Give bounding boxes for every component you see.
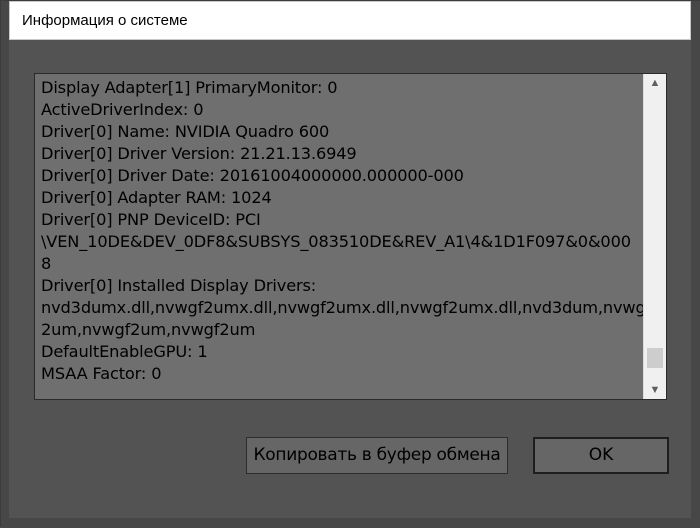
system-info-textbox[interactable]: Display Adapter[1] PrimaryMonitor: 0 Acti… (34, 73, 667, 400)
info-line: \VEN_10DE&DEV_0DF8&SUBSYS_083510DE&REV_A… (41, 232, 631, 251)
info-line: Driver[0] Adapter RAM: 1024 (41, 188, 272, 207)
info-line: Display Adapter[1] PrimaryMonitor: 0 (41, 78, 338, 97)
info-line: Driver[0] Driver Date: 20161004000000.00… (41, 166, 464, 185)
window-right-border (691, 1, 700, 528)
info-line: Driver[0] Driver Version: 21.21.13.6949 (41, 144, 357, 163)
scroll-down-icon[interactable]: ▼ (644, 381, 666, 399)
info-line: nvd3dumx.dll,nvwgf2umx.dll,nvwgf2umx.dll… (41, 298, 643, 317)
info-line: Driver[0] Name: NVIDIA Quadro 600 (41, 122, 330, 141)
info-line: 2um,nvwgf2um,nvwgf2um (41, 320, 256, 339)
scroll-up-icon[interactable]: ▲ (644, 74, 666, 92)
scroll-thumb[interactable] (647, 347, 663, 368)
copy-to-clipboard-button[interactable]: Копировать в буфер обмена (246, 437, 508, 474)
info-line: MSAA Factor: 0 (41, 364, 162, 383)
vertical-scrollbar[interactable]: ▲ ▼ (643, 74, 666, 399)
info-line: ActiveDriverIndex: 0 (41, 100, 204, 119)
info-line: 8 (41, 254, 52, 273)
window-title: Информация о системе (22, 12, 188, 29)
system-info-text[interactable]: Display Adapter[1] PrimaryMonitor: 0 Acti… (35, 74, 643, 399)
info-line: DefaultEnableGPU: 1 (41, 342, 208, 361)
system-info-dialog: Информация о системе Display Adapter[1] … (0, 0, 700, 528)
title-bar[interactable]: Информация о системе (9, 1, 691, 40)
info-line: Driver[0] Installed Display Drivers: (41, 276, 317, 295)
info-line: Driver[0] PNP DeviceID: PCI (41, 210, 261, 229)
ok-button[interactable]: OK (533, 437, 669, 474)
window-left-border (1, 1, 9, 528)
